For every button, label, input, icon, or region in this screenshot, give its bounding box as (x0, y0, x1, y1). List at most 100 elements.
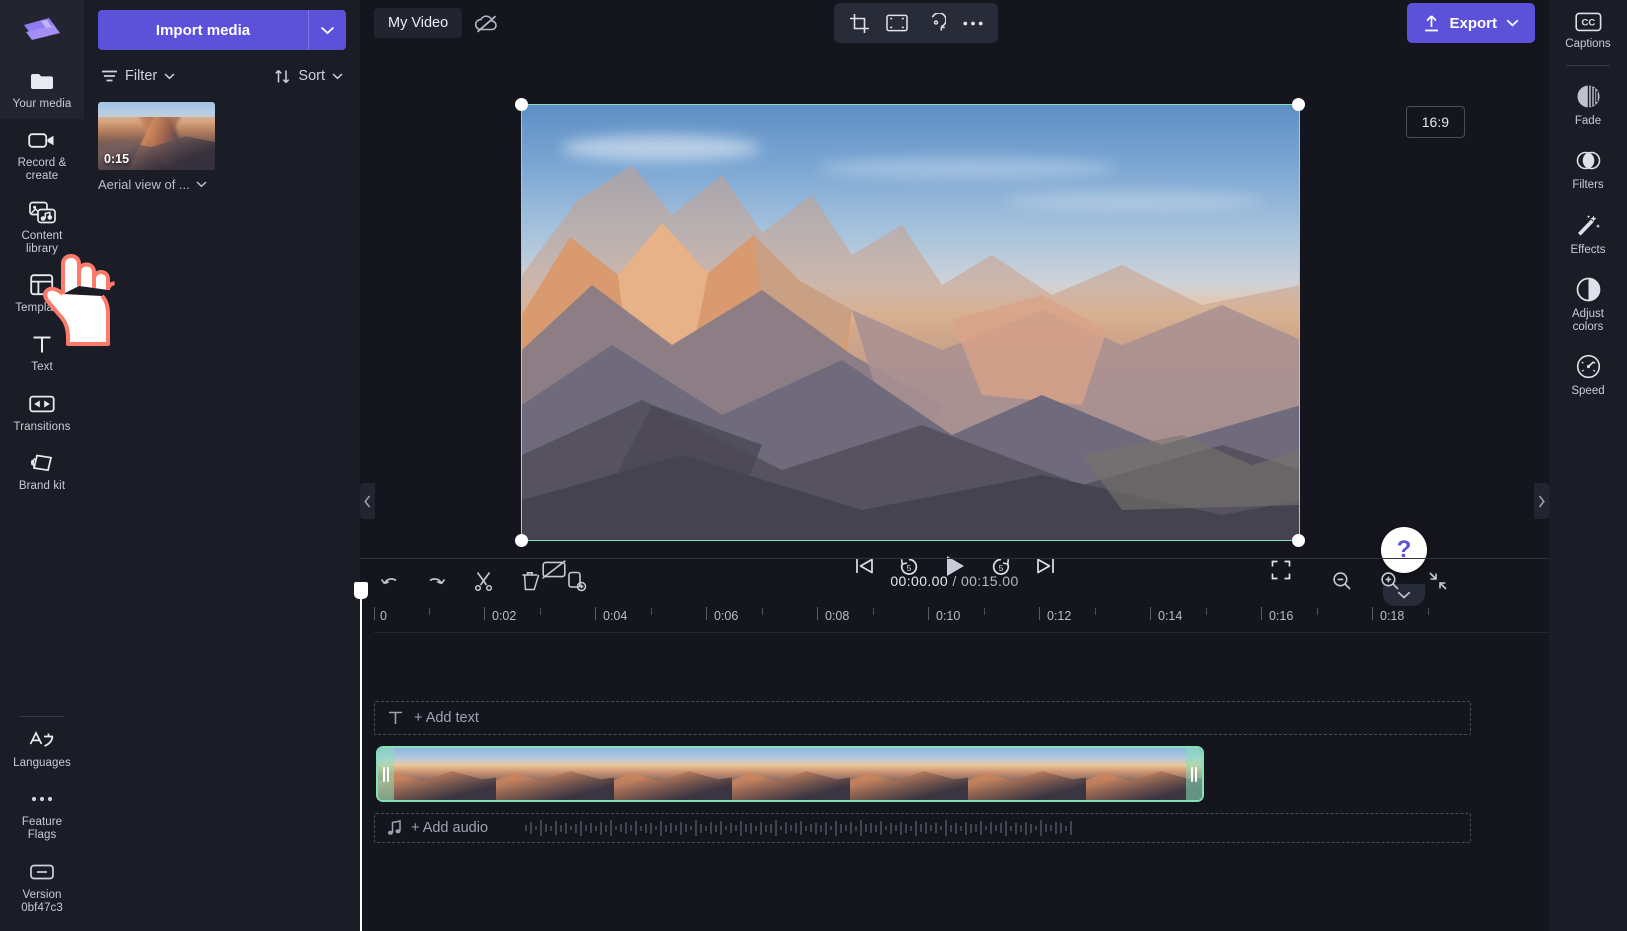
sidebar-item-text[interactable]: Text (0, 323, 84, 382)
media-duration-badge: 0:15 (104, 152, 130, 166)
clip-frame (378, 748, 496, 800)
collapse-left-panel-button[interactable] (360, 483, 375, 519)
music-note-icon (387, 820, 401, 835)
clipchamp-logo[interactable] (0, 0, 84, 60)
sidebar-item-version[interactable]: Version 0bf47c3 (0, 851, 84, 931)
time-separator: / (948, 573, 961, 589)
more-icon[interactable] (956, 7, 990, 39)
ruler-label: 0:18 (1380, 609, 1405, 623)
right-item-fade[interactable]: Fade (1549, 74, 1627, 138)
right-item-captions[interactable]: CC Captions (1549, 2, 1627, 61)
ruler-label: 0:16 (1269, 609, 1294, 623)
filter-button[interactable]: Filter (101, 68, 175, 84)
right-item-effects[interactable]: Effects (1549, 203, 1627, 267)
preview-handle-top-right[interactable] (1292, 98, 1305, 111)
rotate-icon[interactable] (918, 7, 952, 39)
sort-button[interactable]: Sort (274, 68, 343, 84)
ellipsis-icon (29, 787, 55, 811)
timeline-zoom-controls (1327, 566, 1453, 596)
sidebar-item-label: Templates (15, 302, 69, 315)
sidebar-item-content-library[interactable]: Content library (0, 192, 84, 264)
add-audio-label: + Add audio (411, 820, 489, 836)
media-item-name: Aerial view of ... (98, 177, 190, 192)
undo-button[interactable] (374, 566, 404, 596)
ruler-label: 0 (380, 609, 387, 623)
redo-button[interactable] (421, 566, 451, 596)
clipchamp-app: Your media Record & create Content libra… (0, 0, 1627, 931)
sidebar-item-label: Text (31, 361, 53, 374)
video-clip[interactable] (376, 746, 1204, 802)
zoom-out-button[interactable] (1327, 566, 1357, 596)
preview-handle-bottom-right[interactable] (1292, 534, 1305, 547)
effects-icon (1575, 213, 1601, 238)
sidebar-item-your-media[interactable]: Your media (0, 60, 84, 120)
import-media-dropdown-button[interactable] (308, 10, 346, 50)
text-icon (31, 332, 53, 356)
filters-icon (1576, 148, 1601, 173)
media-item[interactable]: 0:15 Aerial view of ... (98, 102, 215, 192)
crop-icon[interactable] (842, 7, 876, 39)
timecode-display: 00:00.00 / 00:15.00 (890, 573, 1018, 589)
collapse-right-panel-button[interactable] (1534, 483, 1549, 519)
left-sidebar: Your media Record & create Content libra… (0, 0, 84, 931)
clip-frame (968, 748, 1086, 800)
add-audio-track[interactable]: + Add audio (374, 813, 1471, 843)
sort-icon (275, 69, 290, 83)
current-time: 00:00.00 (890, 573, 949, 589)
sidebar-item-languages[interactable]: Languages (0, 719, 84, 778)
adjust-colors-icon (1576, 277, 1601, 302)
sidebar-item-label: Languages (13, 756, 71, 769)
split-button[interactable] (468, 566, 498, 596)
playhead-grip[interactable] (354, 582, 368, 599)
fit-timeline-button[interactable] (1423, 566, 1453, 596)
aspect-ratio-button[interactable]: 16:9 (1405, 106, 1465, 138)
media-thumbnail[interactable]: 0:15 (98, 102, 215, 170)
zoom-in-button[interactable] (1375, 566, 1405, 596)
ruler-label: 0:12 (1047, 609, 1072, 623)
delete-button[interactable] (515, 566, 545, 596)
fit-icon[interactable] (880, 7, 914, 39)
clip-trim-handle-right[interactable] (1186, 748, 1202, 800)
right-item-adjust-colors[interactable]: Adjust colors (1549, 267, 1627, 344)
ruler-label: 0:02 (492, 609, 517, 623)
sidebar-item-record-create[interactable]: Record & create (0, 119, 84, 191)
chevron-right-icon (1538, 495, 1545, 507)
ruler-label: 0:14 (1158, 609, 1183, 623)
add-text-track[interactable]: + Add text (374, 701, 1471, 735)
import-media-button[interactable]: Import media (98, 10, 308, 50)
duplicate-button[interactable] (562, 566, 592, 596)
right-item-filters[interactable]: Filters (1549, 138, 1627, 202)
right-item-label: Captions (1565, 38, 1611, 50)
fade-icon (1576, 84, 1601, 109)
right-item-speed[interactable]: Speed (1549, 344, 1627, 408)
sidebar-item-templates[interactable]: Templates (0, 264, 84, 323)
svg-text:CC: CC (1581, 18, 1595, 29)
right-item-label: Filters (1572, 179, 1604, 192)
video-preview[interactable] (521, 104, 1300, 541)
sidebar-item-brand-kit[interactable]: Brand kit (0, 442, 84, 501)
preview-handle-top-left[interactable] (515, 98, 528, 111)
sidebar-item-label: Transitions (13, 420, 71, 433)
sidebar-item-label: Version 0bf47c3 (21, 888, 63, 914)
timeline-playhead[interactable] (354, 582, 368, 931)
video-camera-icon (28, 128, 56, 152)
sidebar-item-transitions[interactable]: Transitions (0, 383, 84, 442)
add-text-label: + Add text (414, 710, 479, 726)
cloud-off-icon[interactable] (474, 13, 500, 34)
right-item-label: Adjust colors (1572, 307, 1604, 334)
chevron-left-icon (364, 495, 371, 507)
clip-trim-handle-left[interactable] (378, 748, 394, 800)
audio-waveform (525, 814, 1470, 842)
timeline-ruler[interactable]: 0 0:02 0:04 0:06 0:08 0:10 0:12 0:14 0:1… (374, 603, 1549, 633)
ruler-label: 0:10 (936, 609, 961, 623)
speed-icon (1576, 354, 1601, 379)
export-button[interactable]: Export (1407, 3, 1535, 43)
chevron-down-icon (332, 72, 343, 79)
mountain-illustration (522, 165, 1299, 540)
preview-handle-bottom-left[interactable] (515, 534, 528, 547)
sidebar-item-feature-flags[interactable]: Feature Flags (0, 778, 84, 850)
project-name-field[interactable]: My Video (374, 8, 463, 38)
right-item-label: Speed (1571, 385, 1605, 398)
sidebar-item-label: Record & create (17, 157, 67, 183)
chevron-down-icon[interactable] (196, 181, 207, 188)
